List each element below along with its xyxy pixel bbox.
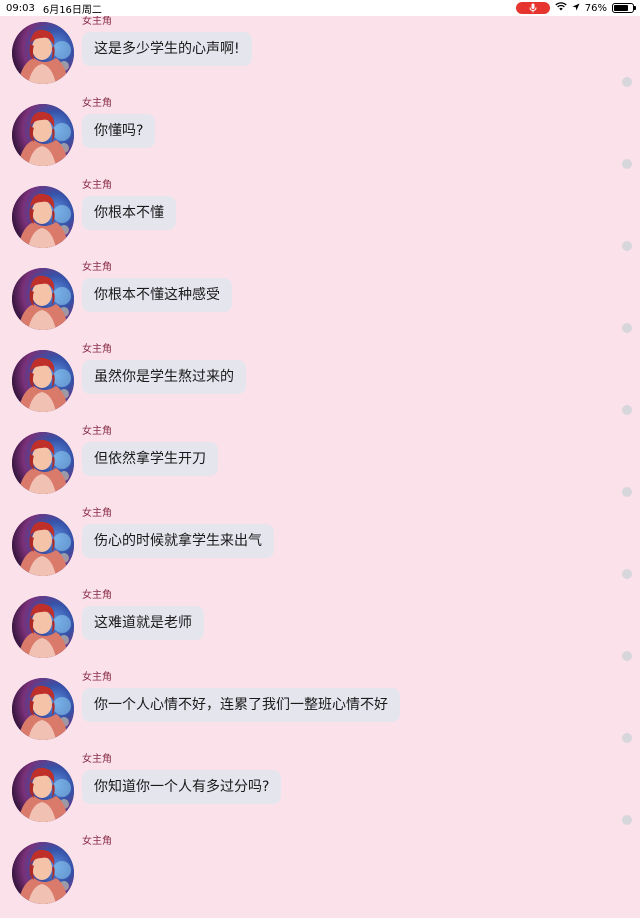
sender-name: 女主角: [82, 16, 112, 27]
message-bubble[interactable]: 你懂吗?: [82, 114, 156, 148]
message-bubble[interactable]: 伤心的时候就拿学生来出气: [82, 524, 274, 558]
sender-name: 女主角: [82, 590, 112, 601]
sender-name: 女主角: [82, 754, 112, 765]
read-status-dot: [622, 487, 632, 497]
chat-message: 女主角你知道你一个人有多过分吗?: [0, 754, 640, 836]
read-status-dot: [622, 323, 632, 333]
read-status-dot: [622, 241, 632, 251]
sender-name: 女主角: [82, 344, 112, 355]
message-bubble[interactable]: 你根本不懂这种感受: [82, 278, 232, 312]
chat-message: 女主角你一个人心情不好，连累了我们一整班心情不好: [0, 672, 640, 754]
status-indicators: 76%: [515, 2, 636, 14]
avatar[interactable]: [12, 842, 74, 904]
message-bubble[interactable]: 虽然你是学生熬过来的: [82, 360, 246, 394]
chat-message: 女主角你根本不懂这种感受: [0, 262, 640, 344]
read-status-dot: [622, 405, 632, 415]
sender-name: 女主角: [82, 672, 112, 683]
avatar[interactable]: [12, 678, 74, 740]
avatar[interactable]: [12, 596, 74, 658]
sender-name: 女主角: [82, 426, 112, 437]
message-bubble[interactable]: 这难道就是老师: [82, 606, 204, 640]
sender-name: 女主角: [82, 836, 112, 847]
message-bubble[interactable]: 你一个人心情不好，连累了我们一整班心情不好: [82, 688, 400, 722]
chat-message: 女主角你懂吗?: [0, 98, 640, 180]
read-status-dot: [622, 815, 632, 825]
chat-message: 女主角虽然你是学生熬过来的: [0, 344, 640, 426]
read-status-dot: [622, 733, 632, 743]
avatar[interactable]: [12, 186, 74, 248]
sender-name: 女主角: [82, 180, 112, 191]
wifi-icon: [555, 2, 567, 14]
sender-name: 女主角: [82, 98, 112, 109]
message-bubble[interactable]: 这是多少学生的心声啊!: [82, 32, 252, 66]
battery-level-fill: [614, 5, 628, 11]
sender-name: 女主角: [82, 508, 112, 519]
chat-message-list[interactable]: 女主角 这是多少学生的心声啊! 女主角 你懂吗? 女主角 你根本不懂 女主角 你…: [0, 16, 640, 904]
read-status-dot: [622, 651, 632, 661]
avatar[interactable]: [12, 350, 74, 412]
read-status-dot: [622, 569, 632, 579]
chat-message: 女主角这难道就是老师: [0, 590, 640, 672]
message-bubble[interactable]: 但依然拿学生开刀: [82, 442, 218, 476]
read-status-dot: [622, 77, 632, 87]
sender-name: 女主角: [82, 262, 112, 273]
chat-message: 女主角但依然拿学生开刀: [0, 426, 640, 508]
message-bubble[interactable]: 你根本不懂: [82, 196, 176, 230]
status-time: 09:03: [6, 2, 35, 14]
status-date: 6月16日周二: [42, 4, 102, 16]
status-bar: 09:03 6月16日周二 76%: [0, 0, 640, 16]
avatar[interactable]: [12, 268, 74, 330]
message-bubble[interactable]: 你知道你一个人有多过分吗?: [82, 770, 282, 804]
chat-message: 女主角 你根本不懂: [0, 180, 640, 262]
avatar[interactable]: [12, 514, 74, 576]
microphone-in-use-icon[interactable]: [515, 2, 550, 14]
avatar[interactable]: [12, 22, 74, 84]
chat-message: 女主角: [0, 836, 640, 918]
chat-message: 女主角伤心的时候就拿学生来出气: [0, 508, 640, 590]
battery-percent: 76%: [584, 2, 607, 14]
chat-message: 女主角这是多少学生的心声啊!: [0, 16, 640, 98]
battery-icon: [612, 3, 636, 13]
avatar[interactable]: [12, 104, 74, 166]
avatar[interactable]: [12, 432, 74, 494]
location-arrow-icon: [572, 3, 580, 14]
avatar[interactable]: [12, 760, 74, 822]
read-status-dot: [622, 159, 632, 169]
